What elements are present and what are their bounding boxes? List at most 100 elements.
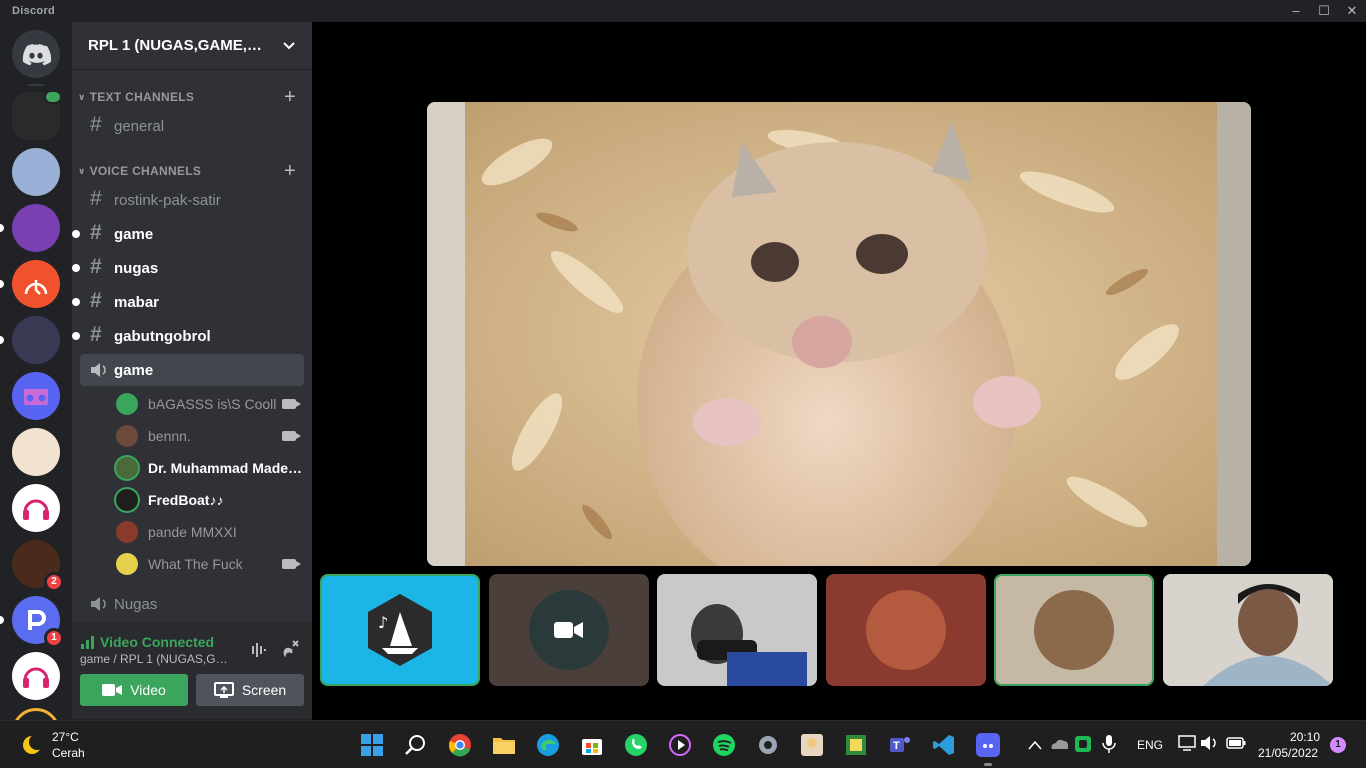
server-music-bot[interactable] (12, 484, 60, 532)
server-partial[interactable] (12, 708, 60, 720)
clock-time[interactable]: 20:10 (1290, 730, 1320, 744)
server-anime-girl[interactable] (12, 148, 60, 196)
voice-channel-game[interactable]: game (80, 354, 304, 386)
vscode-icon[interactable] (932, 733, 956, 757)
avatar (116, 489, 138, 511)
file-explorer-icon[interactable] (492, 733, 516, 757)
onedrive-icon[interactable] (1050, 737, 1068, 751)
settings-icon[interactable] (756, 733, 780, 757)
voice-user[interactable]: Dr. Muhammad Made m... (116, 454, 304, 482)
channel-gabutngobrol[interactable]: # gabutngobrol (72, 320, 304, 352)
microphone-icon[interactable] (1102, 734, 1116, 754)
game-app-icon[interactable] (844, 733, 868, 757)
avatar (866, 590, 946, 670)
channel-rostink-pak-satir[interactable]: # rostink-pak-satir (80, 184, 304, 216)
notification-badge[interactable]: 1 (1330, 737, 1346, 753)
boombox-icon (24, 389, 48, 405)
clock-date[interactable]: 21/05/2022 (1258, 746, 1318, 760)
server-purple-art[interactable] (0, 204, 60, 252)
channel-nugas[interactable]: # nugas (72, 252, 304, 284)
search-icon[interactable] (404, 733, 428, 757)
channel-label: general (114, 117, 165, 135)
add-channel-icon[interactable]: + (284, 160, 296, 183)
video-button-label: Video (130, 682, 166, 698)
close-icon[interactable]: ✕ (1338, 0, 1366, 22)
server-header[interactable]: RPL 1 (NUGAS,GAME,GAM... (72, 22, 312, 70)
voice-user[interactable]: pande MMXXI (116, 518, 304, 546)
volume-icon[interactable] (1200, 735, 1218, 751)
category-text-channels[interactable]: ∨ TEXT CHANNELS + (72, 86, 312, 109)
category-voice-channels[interactable]: ∨ VOICE CHANNELS + (72, 160, 312, 183)
headphones-icon (23, 667, 49, 688)
moon-weather-icon[interactable] (20, 733, 44, 757)
voice-user-name: What The Fuck (148, 556, 243, 572)
avatar (116, 393, 138, 415)
unread-indicator (0, 336, 4, 344)
store-icon[interactable] (580, 733, 604, 757)
channel-general[interactable]: # general (80, 110, 304, 142)
channel-label: rostink-pak-satir (114, 191, 221, 209)
voice-status[interactable]: Video Connected (80, 634, 214, 650)
server-streamer[interactable]: 2 (12, 540, 64, 592)
participant-tile-video[interactable] (657, 574, 817, 686)
chevron-down-icon: ∨ (78, 165, 86, 176)
participant-tile-avatar[interactable] (826, 574, 986, 686)
screen-share-button[interactable]: Screen (196, 674, 304, 706)
voice-location[interactable]: game / RPL 1 (NUGAS,GAM... (80, 652, 232, 666)
participant-tile-avatar-speaking[interactable] (994, 574, 1154, 686)
teams-icon[interactable]: T (888, 733, 912, 757)
discord-taskbar-icon[interactable] (976, 733, 1000, 757)
voice-channel-nugas[interactable]: Nugas (80, 588, 304, 620)
server-music-bot-2[interactable] (12, 652, 60, 700)
disconnect-icon[interactable] (278, 638, 300, 660)
home-button[interactable] (12, 30, 60, 78)
voice-user[interactable]: What The Fuck (116, 550, 304, 578)
headphones-icon (23, 499, 49, 520)
battery-icon[interactable] (1226, 736, 1246, 750)
participant-tile-camera-off[interactable] (489, 574, 649, 686)
noise-suppression-icon[interactable] (246, 640, 266, 660)
channel-label: game (114, 361, 154, 379)
avatar (116, 457, 138, 479)
windows-taskbar: 27°C Cerah T ENG 20:10 21/05/2022 1 (0, 720, 1366, 768)
channel-game-text[interactable]: # game (72, 218, 304, 250)
tray-app-icon[interactable] (1074, 735, 1092, 753)
voice-user[interactable]: FredBoat♪♪ (116, 486, 304, 514)
voice-user[interactable]: bennn. (116, 422, 304, 450)
participant-tile-fredboat[interactable]: ♪ (320, 574, 480, 686)
server-dark-anime[interactable] (0, 316, 60, 364)
speaker-icon (91, 363, 106, 377)
voice-user-name: bAGASSS is\S Cooll (148, 396, 277, 412)
unread-indicator (72, 298, 80, 306)
participant-tile-video[interactable] (1163, 574, 1333, 686)
minimize-icon[interactable]: – (1282, 0, 1310, 22)
whatsapp-icon[interactable] (624, 733, 648, 757)
hash-thread-icon: # (90, 221, 102, 244)
weather-condition[interactable]: Cerah (52, 746, 85, 760)
weather-temperature[interactable]: 27°C (52, 730, 79, 744)
server-boombox[interactable] (12, 372, 60, 420)
server-orange-logo[interactable] (0, 260, 60, 308)
voice-user[interactable]: bAGASSS is\S Cooll (116, 390, 304, 418)
chevron-up-icon[interactable] (1028, 739, 1042, 751)
video-button[interactable]: Video (80, 674, 188, 706)
participant-video (1163, 574, 1333, 686)
maximize-icon[interactable]: ☐ (1310, 0, 1338, 22)
server-blonde-anime[interactable] (12, 428, 60, 476)
genshin-icon[interactable] (800, 733, 824, 757)
start-icon[interactable] (360, 733, 384, 757)
network-icon[interactable] (1178, 735, 1196, 751)
language-indicator[interactable]: ENG (1137, 738, 1163, 752)
edge-icon[interactable] (536, 733, 560, 757)
server-video-group[interactable] (12, 90, 62, 140)
chevron-down-icon (283, 41, 295, 49)
channel-mabar[interactable]: # mabar (72, 286, 304, 318)
chrome-icon[interactable] (448, 733, 472, 757)
server-name: RPL 1 (NUGAS,GAME,GAM... (88, 37, 273, 54)
media-player-icon[interactable] (668, 733, 692, 757)
server-p-logo[interactable]: 1 (0, 596, 64, 648)
main-video-feed[interactable] (427, 102, 1251, 566)
spotify-icon[interactable] (712, 733, 736, 757)
server-rail: 2 1 (0, 22, 72, 720)
add-channel-icon[interactable]: + (284, 86, 296, 109)
